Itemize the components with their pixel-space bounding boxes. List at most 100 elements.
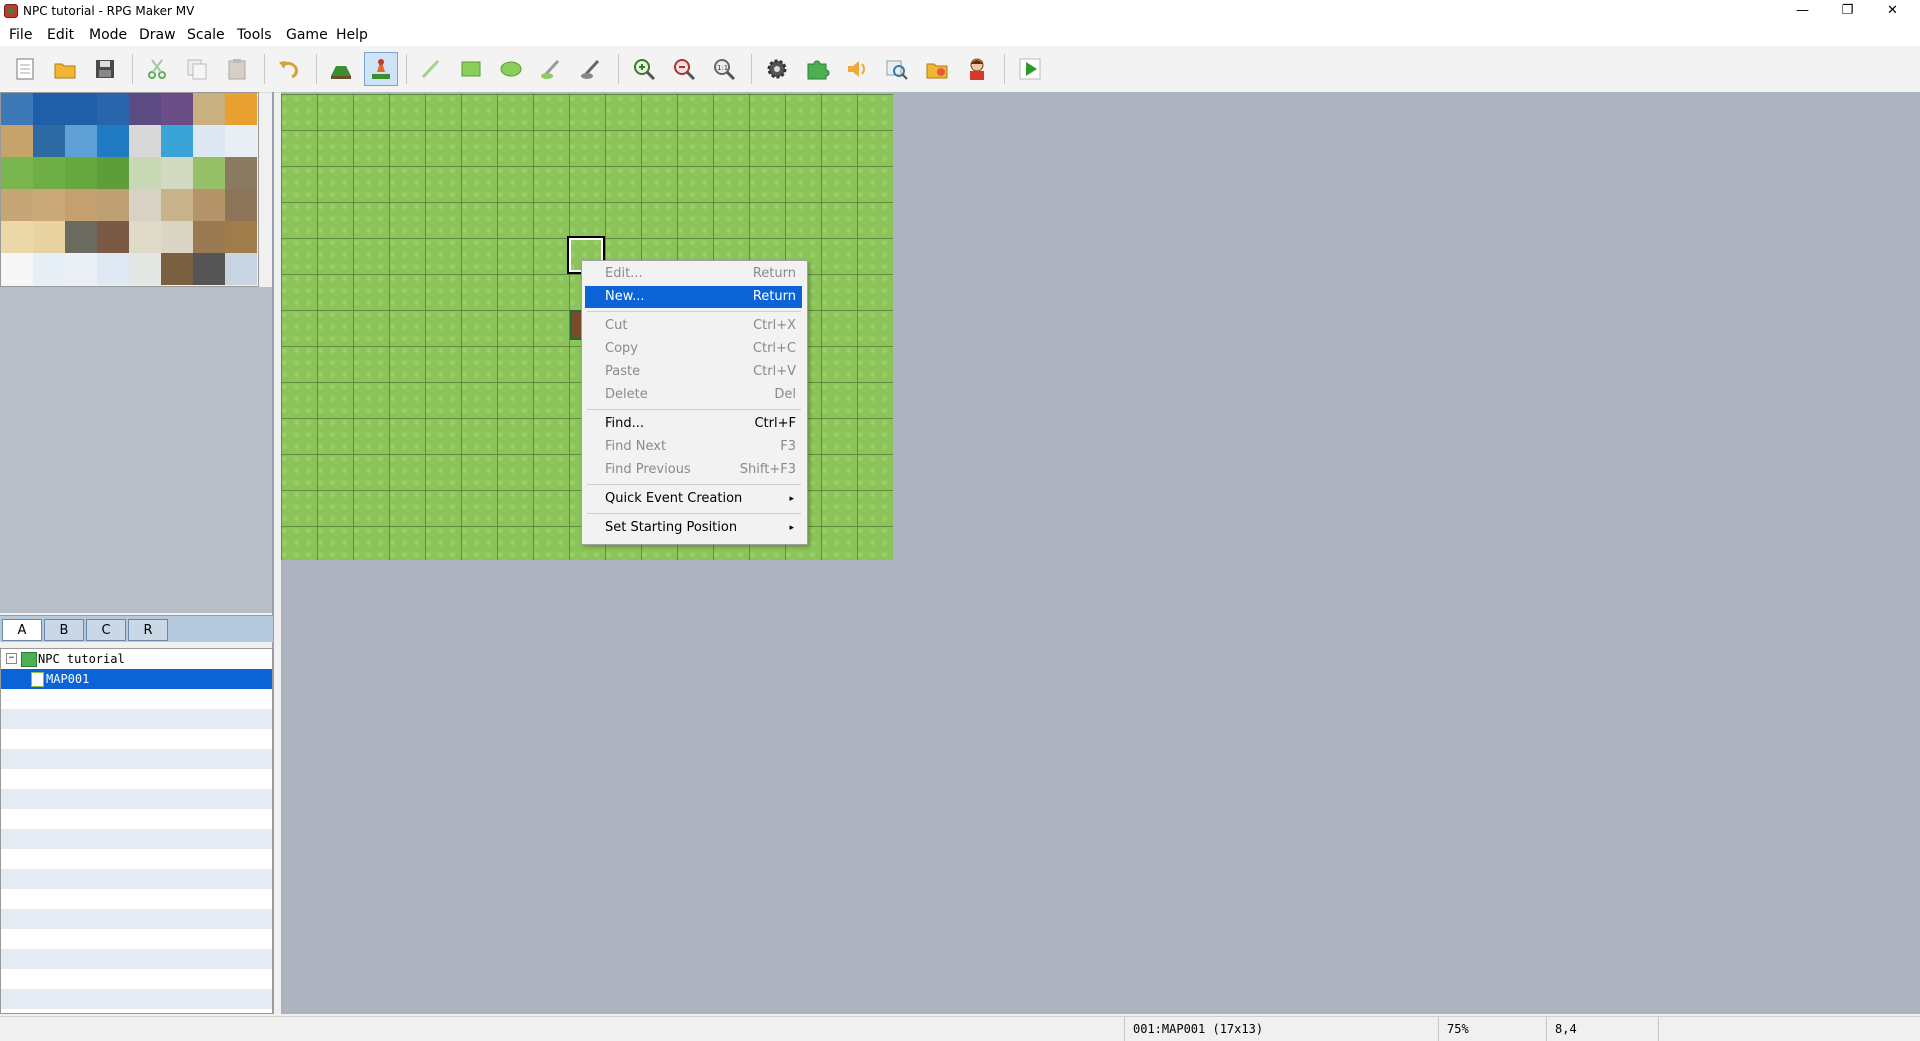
tree-project-row[interactable]: − NPC tutorial	[1, 649, 272, 669]
save-project-button[interactable]	[88, 52, 122, 86]
tile-hill[interactable]	[193, 189, 225, 221]
tile-rocks[interactable]	[225, 221, 257, 253]
tile-dirt[interactable]	[33, 189, 65, 221]
tile-waterfall[interactable]	[161, 125, 193, 157]
database-button[interactable]	[760, 52, 794, 86]
tile-rock[interactable]	[193, 93, 225, 125]
tile-deep-ocean[interactable]	[97, 93, 129, 125]
menu-edit[interactable]: Edit	[47, 27, 74, 43]
tile-dead-tree[interactable]	[129, 189, 161, 221]
zoom-in-button[interactable]	[627, 52, 661, 86]
open-project-button[interactable]	[48, 52, 82, 86]
tile-shallow[interactable]	[65, 125, 97, 157]
tile-dark-sea[interactable]	[161, 93, 193, 125]
menu-tools[interactable]: Tools	[237, 27, 272, 43]
resource-manager-button[interactable]	[920, 52, 954, 86]
tile-tree[interactable]	[129, 157, 161, 189]
menu-item-cut[interactable]: Cut Ctrl+X	[585, 315, 802, 337]
character-generator-button[interactable]	[960, 52, 994, 86]
playtest-button[interactable]	[1013, 52, 1047, 86]
flood-fill-button[interactable]	[534, 52, 568, 86]
map-mode-button[interactable]	[324, 52, 358, 86]
menu-item-paste[interactable]: Paste Ctrl+V	[585, 361, 802, 383]
tile-cloud[interactable]	[193, 125, 225, 157]
tile-grass[interactable]	[1, 157, 33, 189]
map-tree[interactable]: − NPC tutorial MAP001	[0, 648, 273, 1014]
tile-dark-rock[interactable]	[193, 253, 225, 285]
event-searcher-button[interactable]	[880, 52, 914, 86]
tile-snow-mountain[interactable]	[225, 253, 257, 285]
tile-whirlpool[interactable]	[97, 125, 129, 157]
menu-item-new[interactable]: New... Return	[585, 286, 802, 308]
tile-checker[interactable]	[129, 125, 161, 157]
tile-snow[interactable]	[1, 253, 33, 285]
menu-item-find-previous[interactable]: Find Previous Shift+F3	[585, 459, 802, 481]
menu-item-delete[interactable]: Delete Del	[585, 384, 802, 406]
menu-help[interactable]: Help	[336, 27, 368, 43]
ellipse-button[interactable]	[494, 52, 528, 86]
menu-item-find[interactable]: Find... Ctrl+F	[585, 413, 802, 435]
tile-grass[interactable]	[65, 157, 97, 189]
tile-mountain[interactable]	[225, 157, 257, 189]
tile-pine-snow[interactable]	[129, 253, 161, 285]
menu-draw[interactable]: Draw	[139, 27, 176, 43]
close-button[interactable]: ✕	[1870, 0, 1915, 24]
tileset-palette[interactable]	[0, 92, 259, 287]
pencil-button[interactable]	[414, 52, 448, 86]
tile-hill[interactable]	[193, 157, 225, 189]
menu-mode[interactable]: Mode	[89, 27, 127, 43]
tab-c[interactable]: C	[86, 619, 126, 641]
tile-rocks-in-water[interactable]	[33, 125, 65, 157]
tile-deep-ocean[interactable]	[33, 93, 65, 125]
tile-grass[interactable]	[97, 157, 129, 189]
tile-rubble[interactable]	[97, 221, 129, 253]
tile-palm[interactable]	[129, 221, 161, 253]
zoom-out-button[interactable]	[667, 52, 701, 86]
tab-a[interactable]: A	[2, 619, 42, 641]
menu-game[interactable]: Game	[286, 27, 328, 43]
plugin-manager-button[interactable]	[800, 52, 834, 86]
tile-snow[interactable]	[65, 253, 97, 285]
new-project-button[interactable]	[8, 52, 42, 86]
copy-button[interactable]	[180, 52, 214, 86]
tile-dirt[interactable]	[65, 189, 97, 221]
tile-dirt[interactable]	[1, 189, 33, 221]
tab-b[interactable]: B	[44, 619, 84, 641]
minimize-button[interactable]: —	[1780, 0, 1825, 24]
tree-map-row[interactable]: MAP001	[1, 669, 272, 689]
rectangle-button[interactable]	[454, 52, 488, 86]
cut-button[interactable]	[140, 52, 174, 86]
menu-item-set-starting-position[interactable]: Set Starting Position ▸	[585, 517, 802, 539]
restore-button[interactable]: ❐	[1825, 0, 1870, 24]
tile-snow[interactable]	[33, 253, 65, 285]
tile-sand[interactable]	[1, 221, 33, 253]
menu-item-copy[interactable]: Copy Ctrl+C	[585, 338, 802, 360]
tile-rocks[interactable]	[193, 221, 225, 253]
sound-test-button[interactable]	[840, 52, 874, 86]
menu-item-edit[interactable]: Edit... Return	[585, 263, 802, 285]
tile-gravel[interactable]	[65, 221, 97, 253]
menu-scale[interactable]: Scale	[187, 27, 225, 43]
tile-crystal[interactable]	[161, 221, 193, 253]
collapse-icon[interactable]: −	[6, 653, 17, 664]
tile-dark-rock[interactable]	[161, 253, 193, 285]
tile-sand[interactable]	[33, 221, 65, 253]
tile-sand-rock[interactable]	[1, 125, 33, 157]
tile-cloud[interactable]	[225, 125, 257, 157]
tile-ocean[interactable]	[1, 93, 33, 125]
tile-snow[interactable]	[97, 253, 129, 285]
menu-file[interactable]: File	[9, 27, 32, 43]
tile-dirt[interactable]	[97, 189, 129, 221]
undo-button[interactable]	[272, 52, 306, 86]
menu-item-find-next[interactable]: Find Next F3	[585, 436, 802, 458]
tile-boulder[interactable]	[161, 189, 193, 221]
tile-mountain[interactable]	[225, 189, 257, 221]
event-mode-button[interactable]	[364, 52, 398, 86]
shadow-pen-button[interactable]	[574, 52, 608, 86]
tile-lava[interactable]	[225, 93, 257, 125]
menu-item-quick-event-creation[interactable]: Quick Event Creation ▸	[585, 488, 802, 510]
paste-button[interactable]	[220, 52, 254, 86]
tile-tree[interactable]	[161, 157, 193, 189]
tile-dark-sea[interactable]	[129, 93, 161, 125]
tile-deep-ocean[interactable]	[65, 93, 97, 125]
